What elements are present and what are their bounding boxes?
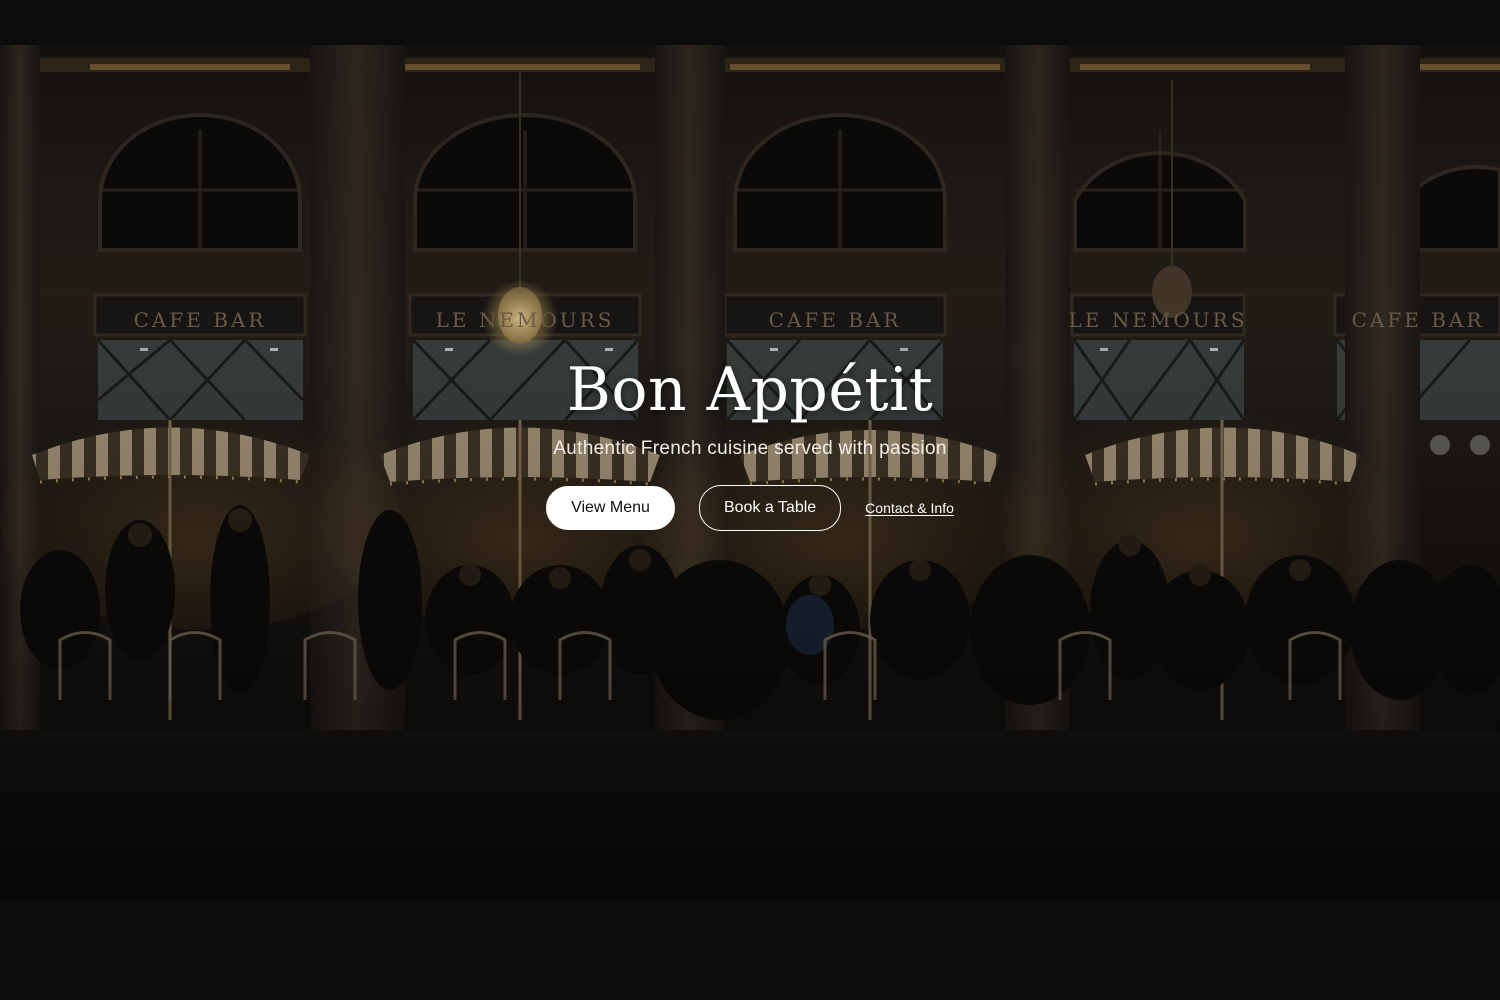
hero-actions: View Menu Book a Table Contact & Info	[0, 485, 1500, 531]
view-menu-button[interactable]: View Menu	[546, 486, 675, 530]
contact-info-link[interactable]: Contact & Info	[865, 500, 954, 516]
hero-section: CAFE BARLE NEMOURSCAFE BARLE NEMOURSCAFE…	[0, 0, 1500, 900]
hero-content: Bon Appétit Authentic French cuisine ser…	[0, 355, 1500, 531]
page-title: Bon Appétit	[566, 355, 934, 425]
page-bottom-band	[0, 900, 1500, 1000]
book-table-button[interactable]: Book a Table	[698, 485, 842, 531]
hero-subtitle: Authentic French cuisine served with pas…	[553, 438, 947, 459]
